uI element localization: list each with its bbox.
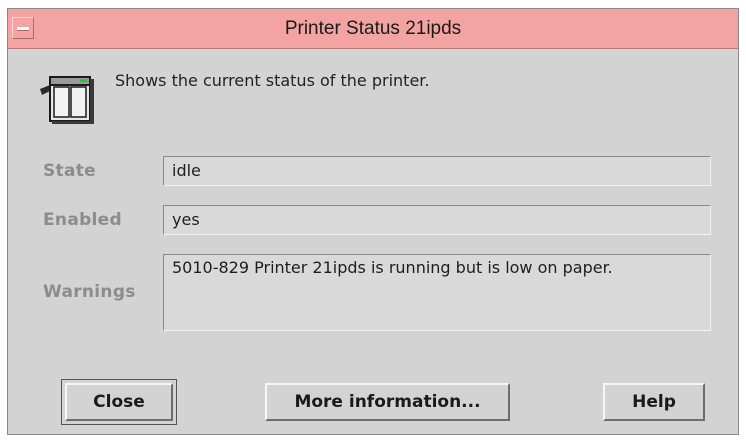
warnings-label: Warnings [43,282,136,302]
state-field: idle [163,156,711,186]
title-bar[interactable]: Printer Status 21ipds [8,9,738,49]
enabled-field: yes [163,205,711,235]
enabled-label: Enabled [43,210,122,230]
state-label: State [43,161,96,181]
dialog-description: Shows the current status of the printer. [115,71,430,90]
more-information-button[interactable]: More information... [265,383,510,421]
window-title: Printer Status 21ipds [284,18,462,39]
warnings-field: 5010-829 Printer 21ipds is running but i… [163,254,711,331]
help-button[interactable]: Help [603,383,705,421]
printer-icon [40,76,94,124]
printer-status-dialog: Printer Status 21ipds Shows the current … [7,8,739,435]
close-button[interactable]: Close [65,383,173,421]
